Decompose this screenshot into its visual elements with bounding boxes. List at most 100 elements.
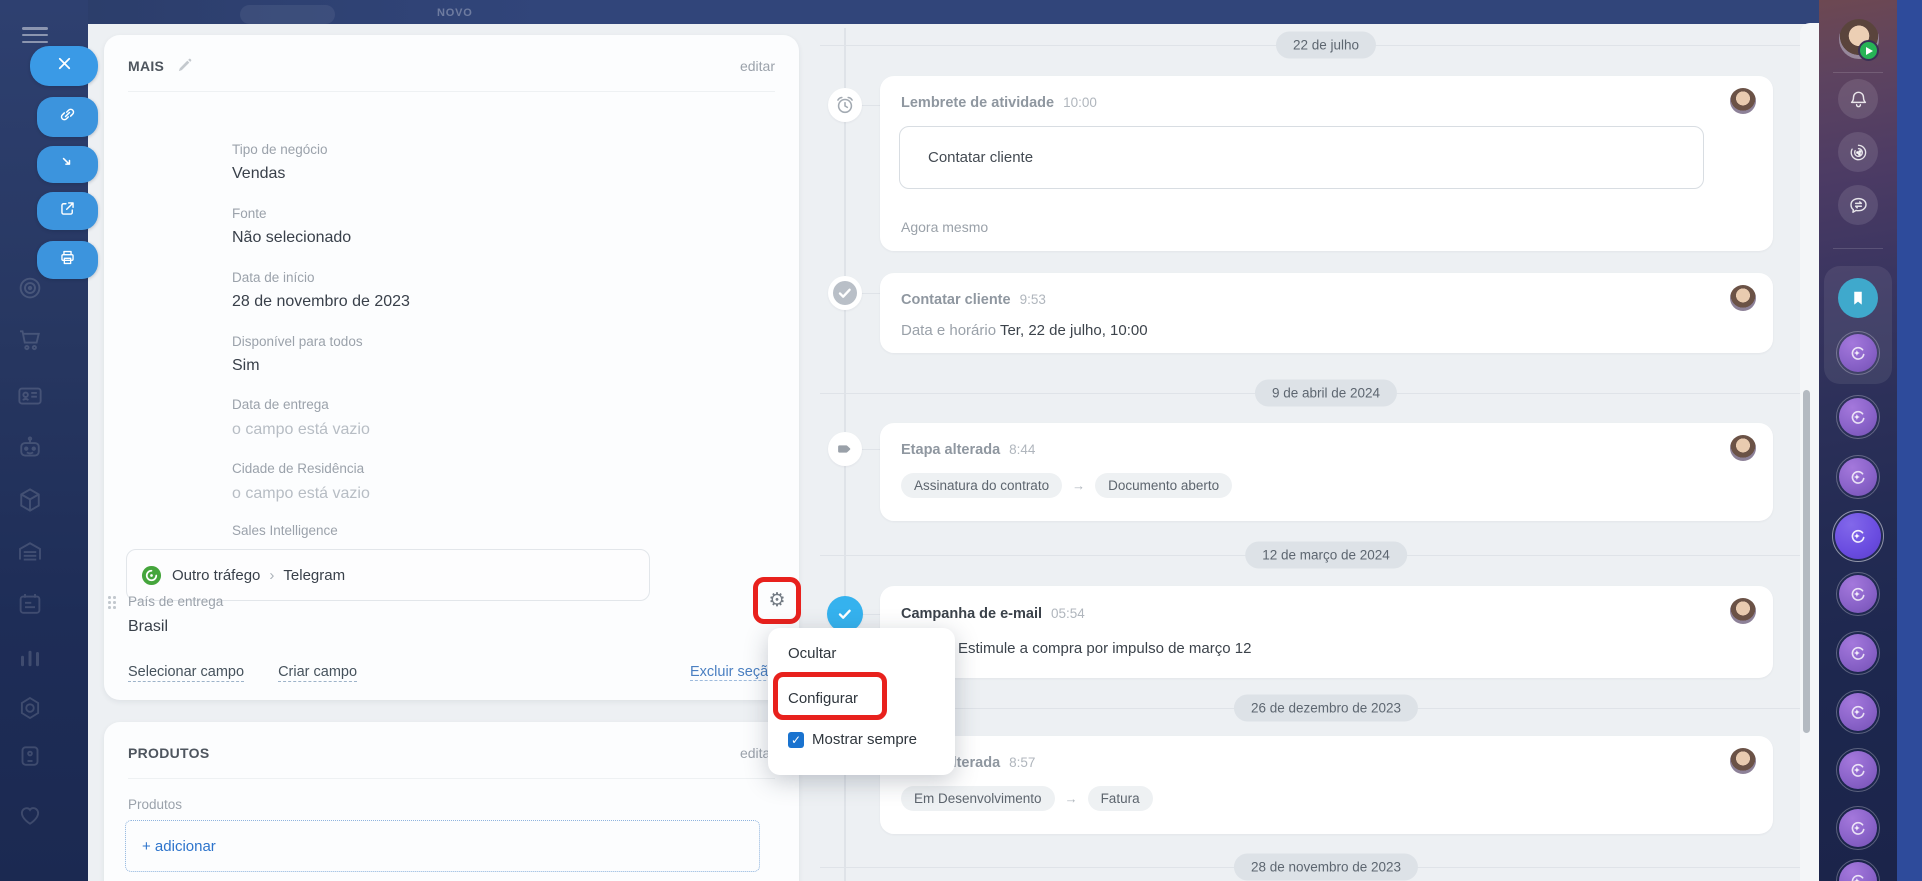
event-time: 9:53 <box>1019 292 1046 307</box>
ai-item-icon[interactable] <box>1836 748 1880 792</box>
stage-to-tag: Documento aberto <box>1095 473 1233 498</box>
add-product-box[interactable]: + adicionar <box>125 820 760 872</box>
email-campaign-body: Estimule a compra por impulso de março 1… <box>958 640 1252 657</box>
detail-value: Ter, 22 de julho, 10:00 <box>999 322 1148 339</box>
chat-sync-icon[interactable] <box>1838 185 1878 225</box>
move-in-icon <box>58 153 77 177</box>
open-external-icon <box>58 199 77 223</box>
ai-item-icon[interactable] <box>1836 806 1880 850</box>
ai-item-icon[interactable] <box>1836 631 1880 675</box>
mostrar-sempre-row: ✓ Mostrar sempre <box>788 731 917 748</box>
storage-icon[interactable] <box>15 537 45 567</box>
reminder-note-box[interactable]: Contatar cliente <box>899 126 1704 189</box>
avatar <box>1730 598 1756 624</box>
event-time: 8:57 <box>1009 755 1036 770</box>
reminder-status: Agora mesmo <box>901 219 989 235</box>
heart-icon[interactable] <box>15 800 45 830</box>
cart-icon[interactable] <box>15 325 45 355</box>
produtos-field-label: Produtos <box>128 797 183 812</box>
annotation-red-box-gear: ⚙ <box>753 577 801 624</box>
add-product-link[interactable]: + adicionar <box>142 838 216 855</box>
date-separator: 28 de novembro de 2023 <box>1233 853 1419 881</box>
divider <box>128 778 775 779</box>
arrow-right-icon: → <box>1072 478 1086 493</box>
detail-label: Data e horário <box>901 322 997 339</box>
timeline-card-email-campaign: Campanha de e-mail 05:54 Estimule a compr… <box>880 586 1773 678</box>
ai-item-active-icon[interactable] <box>1832 510 1884 562</box>
background-button <box>240 5 335 24</box>
divider <box>128 91 775 92</box>
selecionar-campo-link[interactable]: Selecionar campo <box>128 664 245 682</box>
field-label: Sales Intelligence <box>232 523 338 538</box>
edge-strip <box>1897 0 1922 881</box>
bar-chart-icon[interactable] <box>15 641 45 671</box>
robot-icon[interactable] <box>15 433 45 463</box>
check-circle-icon <box>828 276 862 310</box>
bookmark-icon[interactable] <box>1838 278 1878 318</box>
menu-icon[interactable] <box>22 27 48 43</box>
field-value[interactable]: Sim <box>232 357 260 375</box>
calendar-icon[interactable] <box>15 589 45 619</box>
date-separator: 22 de julho <box>1275 31 1377 59</box>
blue-check-icon <box>827 596 863 632</box>
event-title: Lembrete de atividade <box>901 95 1055 111</box>
notifications-bell-icon[interactable] <box>1838 79 1878 119</box>
field-value[interactable]: Não selecionado <box>232 229 351 247</box>
target-icon[interactable] <box>15 273 45 303</box>
field-value-empty[interactable]: o campo está vazio <box>232 485 370 503</box>
ai-assistant-icon[interactable] <box>1838 132 1878 172</box>
move-lead-button[interactable] <box>37 146 98 183</box>
field-value-empty[interactable]: o campo está vazio <box>232 421 370 439</box>
field-value[interactable]: Vendas <box>232 165 285 183</box>
configurar-menu-item[interactable]: Configurar <box>788 690 858 707</box>
ai-item-icon[interactable] <box>1836 455 1880 499</box>
video-play-badge-icon[interactable] <box>1858 40 1879 61</box>
field-value[interactable]: 28 de novembro de 2023 <box>232 293 410 311</box>
timeline-scrollbar-thumb[interactable] <box>1803 390 1810 733</box>
field-label: Tipo de negócio <box>232 142 328 157</box>
field-label: País de entrega <box>128 594 224 609</box>
ocultar-menu-item[interactable]: Ocultar <box>788 645 836 662</box>
event-time: 10:00 <box>1063 95 1097 110</box>
ai-item-icon[interactable] <box>1836 331 1880 375</box>
ai-item-icon[interactable] <box>1836 690 1880 734</box>
gear-icon[interactable]: ⚙ <box>768 591 785 610</box>
close-icon <box>55 54 74 78</box>
print-button[interactable] <box>37 241 98 279</box>
chevron-right-icon: › <box>269 566 275 584</box>
ai-item-icon[interactable] <box>1836 395 1880 439</box>
stage-tag-icon <box>828 432 862 466</box>
criar-campo-link[interactable]: Criar campo <box>278 664 358 682</box>
field-label: Data de entrega <box>232 397 329 412</box>
stage-from-tag: Assinatura do contrato <box>901 473 1063 498</box>
copy-link-button[interactable] <box>37 97 98 137</box>
field-label: Data de início <box>232 270 315 285</box>
avatar <box>1730 748 1756 774</box>
stage-to-tag: Fatura <box>1087 786 1153 811</box>
topbar: NOVO <box>0 0 1819 24</box>
ai-item-icon[interactable] <box>1836 572 1880 616</box>
traffic-channel: Telegram <box>283 566 346 584</box>
field-label: Fonte <box>232 206 267 221</box>
event-time: 8:44 <box>1009 442 1036 457</box>
drag-handle-icon[interactable] <box>108 596 116 612</box>
traffic-source: Outro tráfego <box>172 566 261 584</box>
timeline-scrollbar-track <box>1800 23 1819 881</box>
date-separator: 12 de março de 2024 <box>1245 541 1407 569</box>
date-separator: 9 de abril de 2024 <box>1254 379 1398 407</box>
device-icon[interactable] <box>15 741 45 771</box>
avatar <box>1730 88 1756 114</box>
field-value[interactable]: Brasil <box>128 618 168 636</box>
field-label: Disponível para todos <box>232 334 363 349</box>
traffic-source-badge-icon <box>141 565 162 586</box>
mais-editar-link[interactable]: editar <box>740 58 775 74</box>
contact-card-icon[interactable] <box>15 381 45 411</box>
package-icon[interactable] <box>15 485 45 515</box>
edit-pencil-icon[interactable] <box>176 57 193 74</box>
hexagon-settings-icon[interactable] <box>15 693 45 723</box>
mostrar-sempre-checkbox[interactable]: ✓ <box>788 731 804 748</box>
alarm-clock-icon <box>828 88 862 122</box>
close-panel-button[interactable] <box>30 46 98 86</box>
open-external-button[interactable] <box>37 192 98 230</box>
excluir-secao-link[interactable]: Excluir seção <box>690 664 777 681</box>
